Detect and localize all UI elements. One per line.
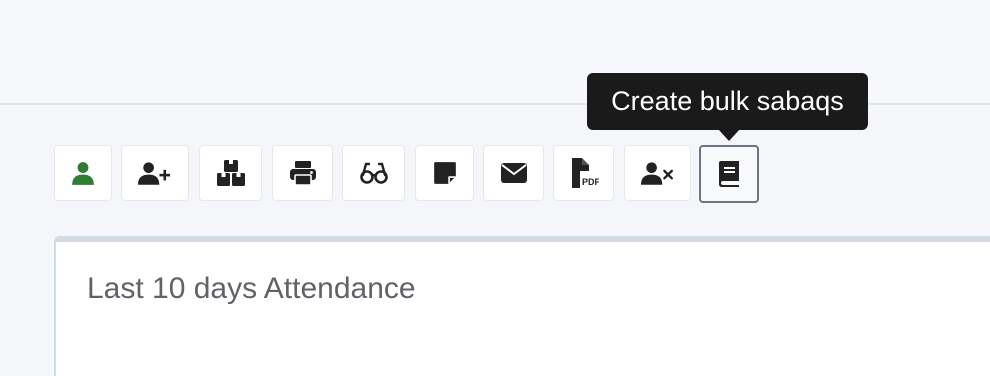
tooltip: Create bulk sabaqs [587, 73, 868, 130]
add-student-button[interactable] [121, 145, 189, 201]
student-button[interactable] [54, 145, 112, 201]
print-icon [289, 161, 316, 186]
book-icon [719, 161, 739, 187]
boxes-icon [216, 160, 245, 186]
note-button[interactable] [415, 145, 474, 201]
user-plus-icon [138, 162, 171, 185]
glasses-icon [359, 162, 388, 184]
view-button[interactable] [342, 145, 405, 201]
print-button[interactable] [272, 145, 333, 201]
tooltip-text: Create bulk sabaqs [611, 86, 844, 116]
email-button[interactable] [483, 145, 544, 201]
envelope-icon [500, 163, 527, 183]
create-bulk-sabaqs-button[interactable] [699, 145, 759, 203]
user-xmark-icon [640, 162, 673, 185]
tooltip-arrow [718, 129, 740, 141]
panel-title: Last 10 days Attendance [87, 272, 416, 305]
sticky-note-icon [433, 162, 456, 184]
file-pdf-icon: PDF [571, 158, 599, 188]
bulk-boxes-button[interactable] [199, 145, 262, 201]
remove-student-button[interactable] [624, 145, 691, 201]
user-icon [72, 162, 94, 185]
pdf-button[interactable]: PDF [553, 145, 614, 201]
svg-text:PDF: PDF [582, 177, 599, 187]
attendance-panel: Last 10 days Attendance [54, 236, 990, 376]
